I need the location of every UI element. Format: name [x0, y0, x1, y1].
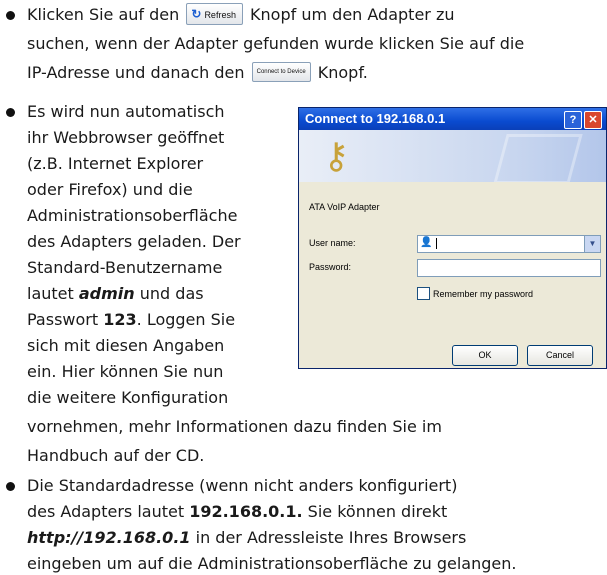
chevron-down-icon[interactable]: ▼ [584, 236, 600, 252]
close-icon[interactable]: ✕ [584, 111, 602, 129]
login-dialog: Connect to 192.168.0.1 ? ✕ ⚷ ATA VoIP Ad… [298, 107, 607, 369]
bullet1-text-a: Klicken Sie auf den [27, 5, 180, 24]
text-lautet: lautet [27, 284, 74, 303]
realm-label: ATA VoIP Adapter [309, 202, 380, 212]
bullet2-line-11: vornehmen, mehr Informationen dazu finde… [27, 417, 442, 436]
remember-checkbox[interactable] [417, 287, 430, 300]
bullet2-line-admin: lautet admin und das [27, 283, 204, 305]
bullet2-line-2: ihr Webbrowser geöffnet [27, 128, 225, 147]
default-url: http://192.168.0.1 [27, 528, 191, 547]
refresh-button-label: Refresh [204, 9, 236, 20]
username-field[interactable]: 👤 ▼ [417, 235, 601, 253]
bullet2-line-9: ein. Hier können Sie nun [27, 362, 224, 381]
bullet2-line-1: Es wird nun automatisch [27, 102, 225, 121]
dialog-banner: ⚷ [299, 130, 606, 182]
text-loggen-sie: . Loggen Sie [136, 310, 236, 329]
bullet3-line4: eingeben um auf die Administrationsoberf… [27, 554, 517, 573]
bullet2-line-7: Standard-Benutzername [27, 258, 223, 277]
username-label: User name: [309, 238, 356, 248]
bullet-3 [6, 482, 15, 491]
dialog-body: ATA VoIP Adapter User name: 👤 ▼ Password… [299, 183, 606, 368]
bullet1-line2: suchen, wenn der Adapter gefunden wurde … [27, 34, 525, 53]
bullet2-line-5: Administrationsoberfläche [27, 206, 238, 225]
banner-decoration [493, 134, 583, 182]
dialog-title: Connect to 192.168.0.1 [305, 111, 446, 126]
bullet2-line-8: sich mit diesen Angaben [27, 336, 225, 355]
bullet3-line3: http://192.168.0.1 in der Adressleiste I… [27, 527, 466, 549]
text-und-das: und das [139, 284, 204, 303]
user-icon: 👤 [420, 237, 433, 248]
refresh-button[interactable]: ↻ Refresh [186, 2, 243, 25]
default-username: admin [78, 284, 135, 303]
bullet1-text-b: Knopf um den Adapter zu [250, 5, 455, 24]
text-passwort: Passwort [27, 310, 99, 329]
bullet3-text-a: des Adapters lautet [27, 502, 185, 521]
connect-to-device-button[interactable]: Connect to Device [251, 61, 311, 82]
text-cursor [436, 238, 437, 249]
bullet2-line-3: (z.B. Internet Explorer [27, 154, 204, 173]
bullet2-line-10: die weitere Konfiguration [27, 388, 229, 407]
default-password: 123 [103, 310, 137, 329]
bullet2-line-4: oder Firefox) und die [27, 180, 193, 199]
ok-button[interactable]: OK [452, 345, 518, 366]
help-icon[interactable]: ? [564, 111, 582, 129]
bullet3-line2: des Adapters lautet 192.168.0.1. Sie kön… [27, 501, 447, 523]
bullet2-line-6: des Adapters geladen. Der [27, 232, 241, 251]
bullet3-text-c: in der Adressleiste Ihres Browsers [195, 528, 467, 547]
remember-password[interactable]: Remember my password [417, 287, 533, 300]
bullet2-line-12: Handbuch auf der CD. [27, 446, 205, 465]
bullet2-line-password: Passwort 123. Loggen Sie [27, 309, 235, 331]
bullet1-line1: Klicken Sie auf den ↻ Refresh Knopf um de… [27, 2, 455, 27]
bullet3-line1: Die Standardadresse (wenn nicht anders k… [27, 476, 458, 495]
bullet-1 [6, 11, 15, 20]
password-label: Password: [309, 262, 352, 272]
bullet-2 [6, 108, 15, 117]
password-field[interactable] [417, 259, 601, 277]
remember-label: Remember my password [433, 288, 534, 299]
refresh-icon: ↻ [191, 6, 202, 21]
keys-icon: ⚷ [323, 135, 350, 176]
cancel-button[interactable]: Cancel [527, 345, 593, 366]
bullet1-text-c: IP-Adresse und danach den [27, 63, 245, 82]
bullet1-line3: IP-Adresse und danach den Connect to Dev… [27, 61, 368, 84]
bullet3-text-b: Sie können direkt [307, 502, 448, 521]
bullet1-text-d: Knopf. [317, 63, 368, 82]
dialog-titlebar: Connect to 192.168.0.1 ? ✕ [299, 108, 606, 130]
default-address: 192.168.0.1. [189, 502, 303, 521]
